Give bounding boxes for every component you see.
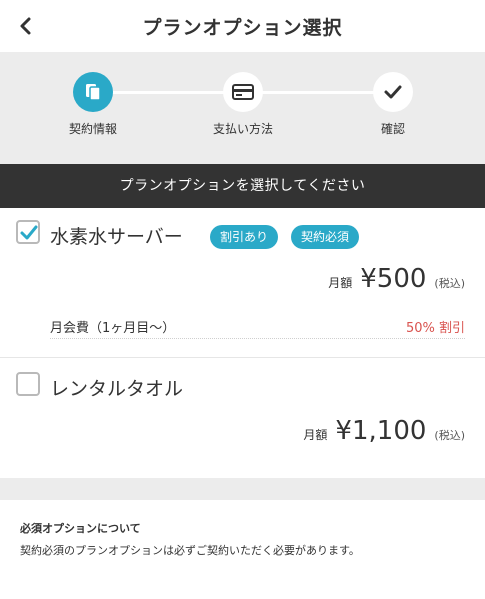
clipboard-icon bbox=[86, 84, 101, 101]
step-label: 支払い方法 bbox=[212, 122, 273, 136]
price-tax: (税込) bbox=[434, 277, 465, 290]
price-value: ¥500 bbox=[360, 264, 427, 294]
page-title: プランオプション選択 bbox=[142, 17, 343, 39]
credit-card-icon bbox=[232, 84, 254, 100]
option-name: 水素水サーバー bbox=[50, 226, 183, 248]
step-confirm: 確認 bbox=[343, 72, 443, 137]
price-row: 月額 ¥1,100 (税込) bbox=[303, 416, 465, 446]
plan-option-hydrogen-water[interactable]: 水素水サーバー 割引あり 契約必須 月額 ¥500 (税込) 月会費（1ヶ月目〜… bbox=[0, 208, 485, 358]
step-label: 契約情報 bbox=[68, 122, 117, 136]
progress-steps: 契約情報 支払い方法 確認 bbox=[0, 52, 485, 164]
step-circle bbox=[73, 72, 113, 112]
section-divider bbox=[0, 478, 485, 500]
instruction-banner: プランオプションを選択してください bbox=[0, 164, 485, 208]
price-tax: (税込) bbox=[434, 429, 465, 442]
option-checkbox[interactable] bbox=[16, 372, 40, 396]
fee-discount: 50% 割引 bbox=[405, 321, 465, 336]
step-contract-info: 契約情報 bbox=[43, 72, 143, 137]
price-prefix: 月額 bbox=[303, 428, 328, 442]
header: プランオプション選択 bbox=[0, 0, 485, 52]
checkmark-icon bbox=[20, 225, 38, 240]
badge-discount: 割引あり bbox=[210, 225, 279, 249]
price-value: ¥1,100 bbox=[335, 416, 427, 446]
step-circle bbox=[223, 72, 263, 112]
required-options-note: 必須オプションについて 契約必須のプランオプションは必ずご契約いただく必要があり… bbox=[0, 500, 485, 599]
fee-label: 月会費（1ヶ月目〜） bbox=[50, 321, 176, 336]
note-title: 必須オプションについて bbox=[20, 522, 141, 535]
price-prefix: 月額 bbox=[328, 276, 353, 290]
fee-discount-row: 月会費（1ヶ月目〜） 50% 割引 bbox=[50, 311, 465, 339]
step-circle bbox=[373, 72, 413, 112]
step-label: 確認 bbox=[380, 122, 405, 136]
check-icon bbox=[384, 85, 402, 99]
option-checkbox[interactable] bbox=[16, 220, 40, 244]
step-payment-method: 支払い方法 bbox=[193, 72, 293, 137]
plan-option-rental-towel[interactable]: レンタルタオル 月額 ¥1,100 (税込) bbox=[0, 360, 485, 478]
price-row: 月額 ¥500 (税込) bbox=[328, 264, 465, 294]
option-name: レンタルタオル bbox=[50, 378, 184, 400]
badge-required: 契約必須 bbox=[291, 225, 360, 249]
note-text: 契約必須のプランオプションは必ずご契約いただく必要があります。 bbox=[20, 544, 360, 557]
